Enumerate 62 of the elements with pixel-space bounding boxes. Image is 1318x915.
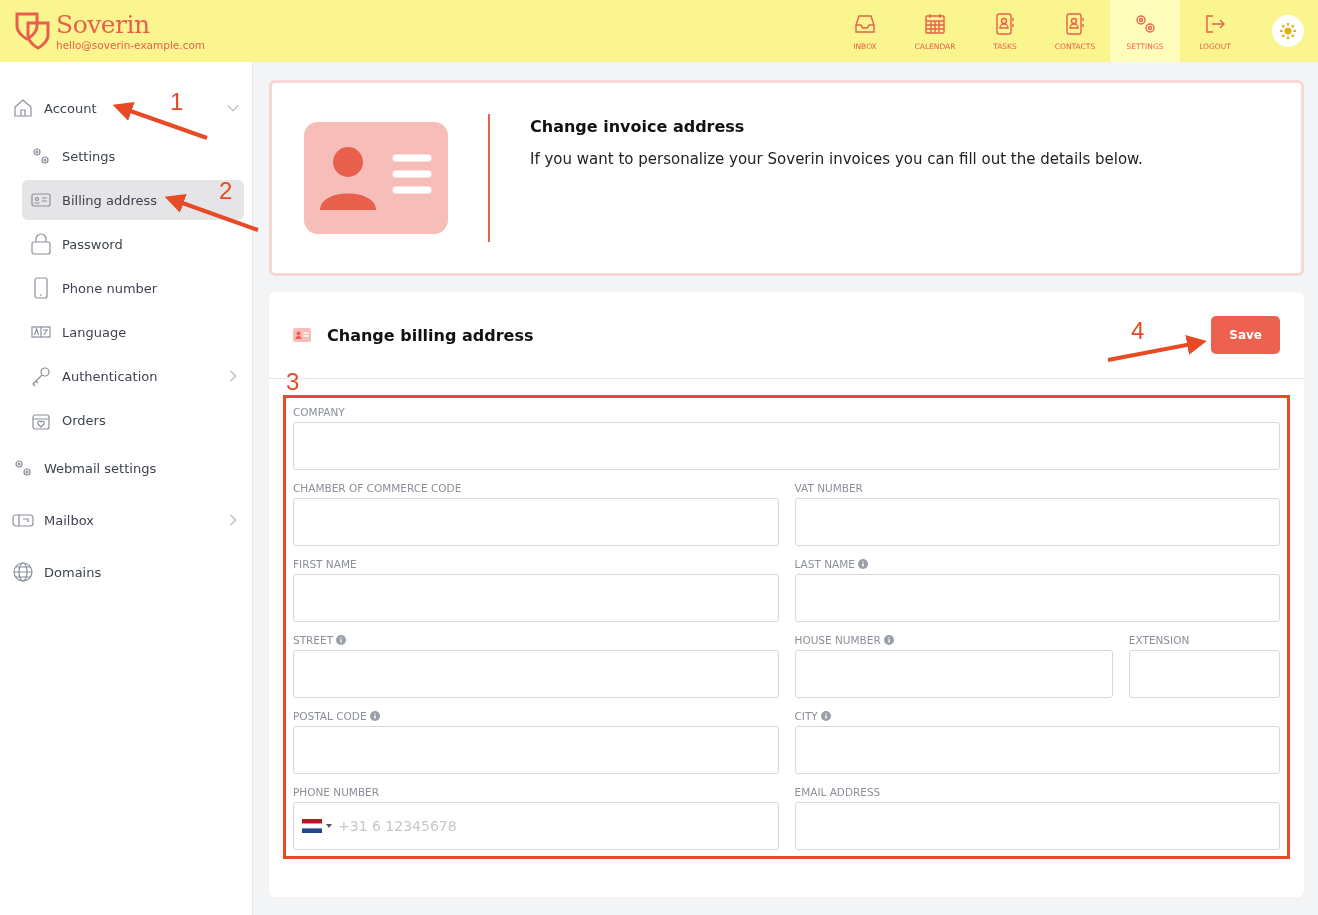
sun-icon bbox=[1279, 22, 1297, 40]
key-icon bbox=[30, 365, 52, 387]
sidebar-item[interactable]: Account bbox=[12, 88, 97, 128]
calendar-icon bbox=[923, 11, 947, 36]
field-label: CITY bbox=[794, 710, 818, 722]
card-title: Change billing address bbox=[327, 325, 534, 345]
gears-icon bbox=[30, 145, 52, 167]
input-field[interactable] bbox=[794, 726, 1280, 774]
theme-toggle[interactable] bbox=[1272, 15, 1304, 47]
input-field[interactable] bbox=[794, 802, 1280, 850]
input-field[interactable] bbox=[794, 650, 1113, 698]
id-card-icon bbox=[293, 328, 311, 342]
sidebar-item[interactable]: Mailbox bbox=[12, 500, 94, 540]
annotation-number: 3 bbox=[286, 368, 300, 396]
field-label: EMAIL ADDRESS bbox=[794, 786, 881, 798]
info-icon bbox=[369, 711, 380, 721]
input-field[interactable] bbox=[293, 574, 779, 622]
contact-book-icon bbox=[1063, 11, 1087, 36]
field-label: PHONE NUMBER bbox=[293, 786, 380, 798]
input-field[interactable] bbox=[293, 650, 779, 698]
sidebar-item[interactable]: Webmail settings bbox=[12, 448, 157, 488]
field-label: COMPANY bbox=[293, 406, 345, 418]
field-label: STREET bbox=[293, 634, 334, 646]
sidebar-item[interactable]: Authentication bbox=[22, 356, 158, 396]
brand-name: Soverin bbox=[56, 11, 151, 39]
field-label: VAT NUMBER bbox=[794, 482, 863, 494]
annotation-number: 2 bbox=[219, 177, 233, 205]
home-icon bbox=[12, 97, 34, 119]
annotation-number: 4 bbox=[1131, 317, 1145, 345]
input-field[interactable] bbox=[293, 422, 1280, 470]
info-icon bbox=[820, 711, 831, 721]
account-email: hello@soverin-example.com bbox=[56, 39, 206, 51]
field-label: CHAMBER OF COMMERCE CODE bbox=[293, 482, 462, 494]
input-field[interactable] bbox=[794, 498, 1280, 546]
sidebar-item[interactable]: Password bbox=[22, 224, 123, 264]
field-label: EXTENSION bbox=[1128, 634, 1190, 646]
phone-input-field[interactable]: +31 6 12345678 bbox=[293, 802, 779, 850]
flag-icon bbox=[302, 819, 322, 833]
info-icon bbox=[336, 635, 347, 645]
sidebar-item[interactable]: Language bbox=[22, 312, 127, 352]
info-icon bbox=[857, 559, 868, 569]
input-field[interactable] bbox=[1128, 650, 1280, 698]
sidebar-item[interactable]: Settings bbox=[22, 136, 116, 176]
globe-icon bbox=[12, 561, 34, 583]
field-label: FIRST NAME bbox=[293, 558, 357, 570]
lock-icon bbox=[30, 233, 52, 255]
input-field[interactable] bbox=[293, 726, 779, 774]
caret-icon bbox=[326, 824, 332, 828]
field-label: LAST NAME bbox=[794, 558, 855, 570]
input-field[interactable] bbox=[293, 498, 779, 546]
intro-title: Change invoice address bbox=[530, 117, 746, 136]
sidebar-item[interactable]: Domains bbox=[12, 552, 102, 592]
intro-text: If you want to personalize your Soverin invoices you can fill out the details below. bbox=[530, 150, 1143, 168]
field-label: POSTAL CODE bbox=[293, 710, 367, 722]
input-field[interactable] bbox=[794, 574, 1280, 622]
field-label: HOUSE NUMBER bbox=[794, 634, 881, 646]
contact-book-icon bbox=[993, 11, 1017, 36]
gears-icon bbox=[12, 457, 34, 479]
annotation-number: 1 bbox=[170, 88, 184, 116]
sidebar-item[interactable]: Orders bbox=[22, 400, 106, 440]
info-icon bbox=[883, 635, 894, 645]
sidebar-item[interactable]: Phone number bbox=[22, 268, 158, 308]
